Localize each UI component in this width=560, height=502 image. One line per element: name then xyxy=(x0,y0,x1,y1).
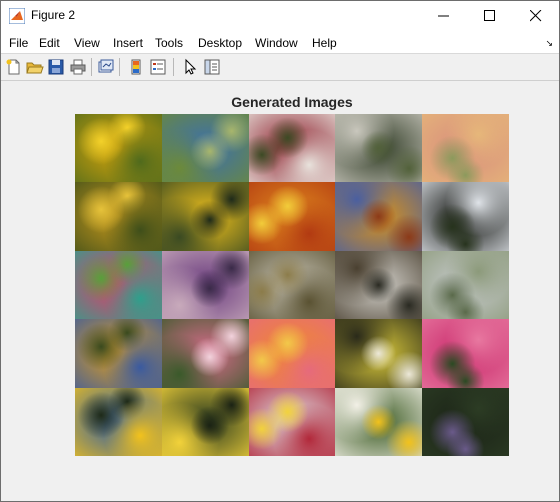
generated-image-tile xyxy=(422,387,509,456)
menu-bar: File Edit View Insert Tools Desktop Wind… xyxy=(1,31,559,54)
menu-help[interactable]: Help xyxy=(312,36,337,50)
generated-image-tile xyxy=(75,114,162,183)
link-plot-icon[interactable] xyxy=(97,58,115,76)
generated-image-tile xyxy=(75,387,162,456)
generated-image-tile xyxy=(161,114,249,183)
generated-image-tile xyxy=(335,114,423,183)
generated-image-tile xyxy=(335,319,423,388)
generated-image-tile xyxy=(422,182,509,251)
maximize-button[interactable] xyxy=(467,1,513,31)
minimize-icon xyxy=(438,15,449,17)
property-inspector-icon[interactable] xyxy=(203,58,221,76)
save-icon[interactable] xyxy=(47,58,65,76)
menu-file[interactable]: File xyxy=(9,36,28,50)
figure-canvas[interactable]: Generated Images xyxy=(1,81,559,501)
menu-desktop[interactable]: Desktop xyxy=(198,36,242,50)
plot-title: Generated Images xyxy=(231,94,353,110)
open-file-icon[interactable] xyxy=(26,58,44,76)
generated-image-tile xyxy=(335,182,423,251)
generated-image-tile xyxy=(161,250,249,320)
generated-image-tile xyxy=(335,387,423,456)
matlab-logo-icon xyxy=(9,8,25,24)
generated-image-tile xyxy=(248,387,336,456)
generated-image-tile xyxy=(422,319,509,388)
insert-colorbar-icon[interactable] xyxy=(127,58,145,76)
insert-legend-icon[interactable] xyxy=(149,58,167,76)
close-icon xyxy=(530,10,542,22)
menu-window[interactable]: Window xyxy=(255,36,298,50)
print-icon[interactable] xyxy=(69,58,87,76)
minimize-button[interactable] xyxy=(421,1,467,31)
generated-image-tile xyxy=(422,250,509,320)
toolbar-separator xyxy=(173,58,174,76)
generated-image-tile xyxy=(248,182,336,251)
menu-view[interactable]: View xyxy=(74,36,100,50)
figure-toolbar xyxy=(1,54,559,81)
edit-plot-icon[interactable] xyxy=(181,58,199,76)
generated-image-tile xyxy=(161,387,249,456)
maximize-icon xyxy=(484,10,495,21)
close-button[interactable] xyxy=(513,1,559,31)
generated-image-tile xyxy=(75,250,162,320)
toolbar-separator xyxy=(91,58,92,76)
generated-image-tile xyxy=(75,182,162,251)
menu-insert[interactable]: Insert xyxy=(113,36,143,50)
new-figure-icon[interactable] xyxy=(5,58,23,76)
menu-tools[interactable]: Tools xyxy=(155,36,183,50)
figure-window: Figure 2 File Edit View Insert Tools Des… xyxy=(0,0,560,502)
generated-image-tile xyxy=(161,319,249,388)
generated-image-tile xyxy=(161,182,249,251)
generated-image-tile xyxy=(75,319,162,388)
generated-image-tile xyxy=(248,250,336,320)
menu-edit[interactable]: Edit xyxy=(39,36,60,50)
generated-image-tile xyxy=(248,319,336,388)
generated-image-tile xyxy=(248,114,336,183)
generated-image-tile xyxy=(335,250,423,320)
toolbar-separator xyxy=(119,58,120,76)
window-title: Figure 2 xyxy=(31,8,76,22)
generated-image-grid xyxy=(75,114,509,456)
generated-image-tile xyxy=(422,114,509,183)
dock-figure-icon[interactable]: ↘ xyxy=(545,38,553,49)
title-bar[interactable]: Figure 2 xyxy=(1,1,559,31)
